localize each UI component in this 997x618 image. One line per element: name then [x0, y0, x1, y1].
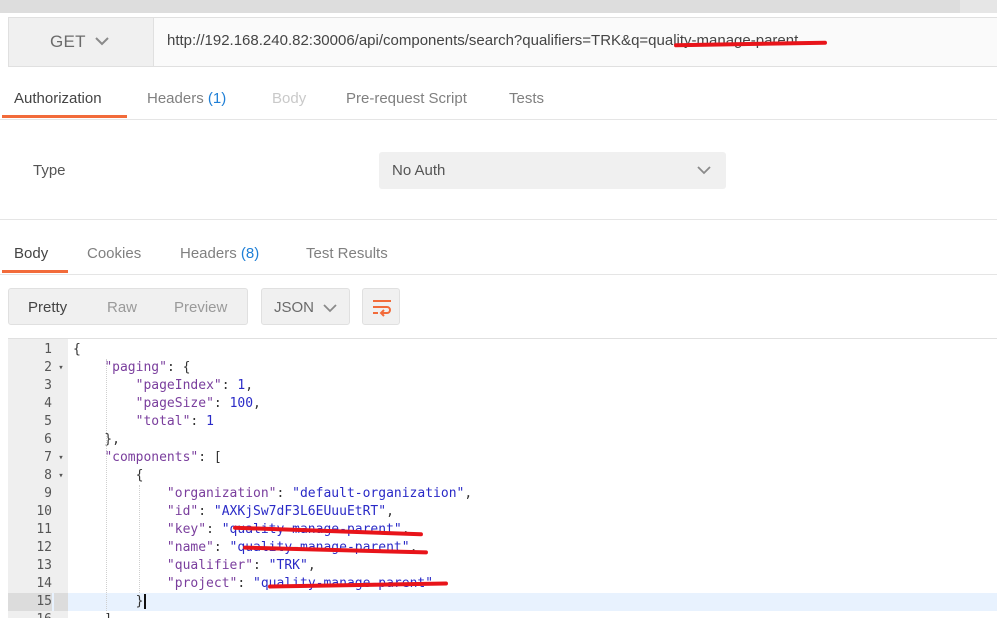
code-line: 5 "total": 1	[8, 413, 997, 431]
preview-button[interactable]: Preview	[174, 299, 227, 316]
auth-type-label: Type	[33, 162, 66, 179]
window-top-strip-dark	[0, 0, 960, 13]
active-tab-underline	[2, 115, 127, 118]
code-line: 9 "organization": "default-organization"…	[8, 485, 997, 503]
code-line: 6 },	[8, 431, 997, 449]
line-number: 13	[36, 558, 52, 573]
code-line: 1{	[8, 341, 997, 359]
code-text: "id": "AXKjSw7dF3L6EUuuEtRT",	[166, 504, 394, 519]
tab-tests[interactable]: Tests	[509, 90, 544, 107]
tab-body[interactable]: Body	[272, 90, 306, 107]
code-text: "pageIndex": 1,	[135, 378, 254, 393]
code-line: 15 }	[8, 593, 997, 611]
code-line: 12 "name": "quality-manage-parent",	[8, 539, 997, 557]
code-text: "total": 1	[135, 414, 214, 429]
line-number: 14	[36, 576, 52, 591]
active-tab-underline	[2, 270, 68, 273]
tab-authorization[interactable]: Authorization	[14, 90, 102, 107]
code-text: "qualifier": "TRK",	[166, 558, 316, 573]
code-line: 7 ▾ "components": [	[8, 449, 997, 467]
code-line: 16 ]	[8, 611, 997, 618]
line-number: 3	[44, 378, 52, 393]
line-number: 7	[44, 450, 52, 465]
line-number: 2	[44, 360, 52, 375]
code-line: 14 "project": "quality-manage-parent"	[8, 575, 997, 593]
line-number: 1	[44, 342, 52, 357]
code-line: 3 "pageIndex": 1,	[8, 377, 997, 395]
response-body-editor[interactable]: 1{2 ▾ "paging": {3 "pageIndex": 1, 4 "page…	[8, 338, 997, 618]
fold-toggle-icon[interactable]: ▾	[54, 359, 68, 377]
code-text: },	[73, 432, 120, 447]
tab-response-body[interactable]: Body	[14, 245, 48, 262]
tab-pre-request-script[interactable]: Pre-request Script	[346, 90, 467, 107]
window-top-strip	[0, 0, 997, 13]
auth-type-value: No Auth	[392, 162, 446, 179]
pretty-button[interactable]: Pretty	[28, 299, 67, 316]
line-number: 5	[44, 414, 52, 429]
code-text: }	[73, 593, 147, 611]
fold-toggle-icon[interactable]: ▾	[54, 467, 68, 485]
line-number: 11	[36, 522, 52, 537]
code-text: "paging": {	[104, 360, 191, 375]
chevron-down-icon	[323, 304, 337, 313]
line-number: 9	[44, 486, 52, 501]
code-line: 13 "qualifier": "TRK",	[8, 557, 997, 575]
code-line: 10 "id": "AXKjSw7dF3L6EUuuEtRT",	[8, 503, 997, 521]
view-mode-group: Pretty Raw Preview	[8, 288, 248, 325]
code-text: "components": [	[104, 450, 222, 465]
indent-guide	[139, 485, 140, 593]
code-line: 8 ▾ {	[8, 467, 997, 485]
line-number: 10	[36, 504, 52, 519]
section-divider	[0, 219, 997, 220]
line-number: 16	[8, 611, 52, 618]
method-label: GET	[50, 32, 86, 51]
code-text: ]	[73, 611, 112, 618]
method-select[interactable]: GET	[9, 18, 154, 66]
code-line: 2 ▾ "paging": {	[8, 359, 997, 377]
format-select[interactable]: JSON	[261, 288, 350, 325]
request-url-bar: GET http://192.168.240.82:30006/api/comp…	[8, 17, 997, 67]
wrap-lines-icon	[373, 300, 391, 317]
code-line: 11 "key": "quality-manage-parent",	[8, 521, 997, 539]
code-text: "organization": "default-organization",	[166, 486, 473, 501]
chevron-down-icon	[95, 37, 109, 46]
line-number: 8	[44, 468, 52, 483]
code-line: 4 "pageSize": 100,	[8, 395, 997, 413]
chevron-down-icon	[697, 166, 711, 175]
format-label: JSON	[274, 299, 315, 316]
code-text: "pageSize": 100,	[135, 396, 261, 411]
line-number: 15	[8, 593, 52, 611]
code-text: {	[73, 468, 144, 483]
raw-button[interactable]: Raw	[107, 299, 137, 316]
text-cursor	[144, 594, 147, 609]
tab-response-headers[interactable]: Headers (8)	[180, 245, 259, 262]
response-tabs: Body Cookies Headers (8) Test Results	[0, 233, 997, 275]
fold-spacer	[54, 593, 68, 611]
request-tabs: Authorization Headers (1) Body Pre-reque…	[0, 78, 997, 120]
tab-cookies[interactable]: Cookies	[87, 245, 141, 262]
line-number: 4	[44, 396, 52, 411]
indent-guide	[106, 359, 107, 611]
tab-headers[interactable]: Headers (1)	[147, 90, 226, 107]
wrap-lines-button[interactable]	[362, 288, 400, 325]
fold-toggle-icon[interactable]: ▾	[54, 449, 68, 467]
line-number: 6	[44, 432, 52, 447]
code-text: {	[73, 342, 81, 357]
line-number: 12	[36, 540, 52, 555]
auth-type-select[interactable]: No Auth	[379, 152, 726, 189]
tab-test-results[interactable]: Test Results	[306, 245, 388, 262]
